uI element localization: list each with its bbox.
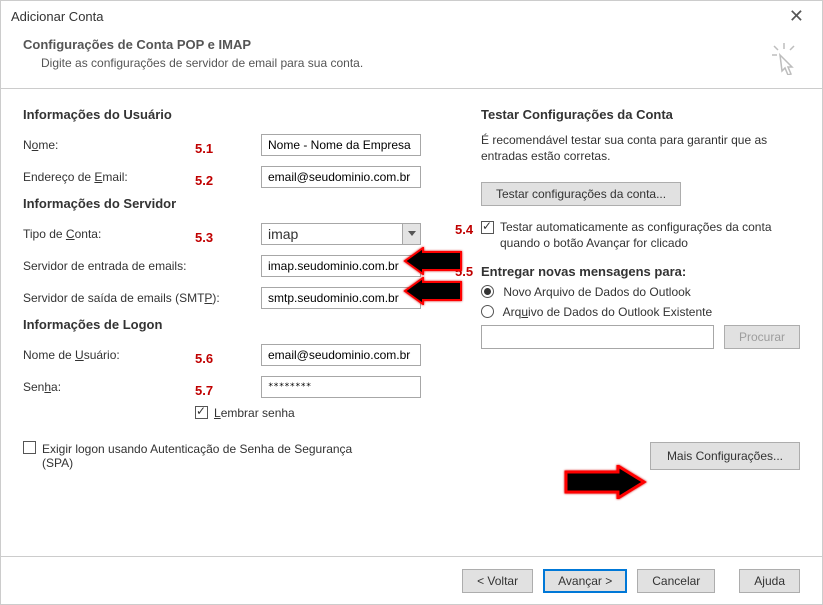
outgoing-server-label: Servidor de saída de emails (SMTP): bbox=[23, 291, 261, 305]
incoming-server-input[interactable] bbox=[261, 255, 421, 277]
email-input[interactable] bbox=[261, 166, 421, 188]
username-input[interactable] bbox=[261, 344, 421, 366]
test-config-para: É recomendável testar sua conta para gar… bbox=[481, 132, 800, 164]
annotation-5-6: 5.6 bbox=[195, 351, 213, 366]
radio-existing-file[interactable] bbox=[481, 305, 494, 318]
annotation-5-1: 5.1 bbox=[195, 141, 213, 156]
browse-button[interactable]: Procurar bbox=[724, 325, 800, 349]
test-config-title: Testar Configurações da Conta bbox=[481, 107, 800, 122]
spa-label: Exigir logon usando Autenticação de Senh… bbox=[42, 442, 362, 470]
cursor-sparkle-icon bbox=[768, 41, 798, 78]
auto-test-checkbox[interactable] bbox=[481, 221, 494, 234]
annotation-5-4: 5.4 bbox=[455, 222, 473, 237]
test-config-button[interactable]: Testar configurações da conta... bbox=[481, 182, 681, 206]
nome-input[interactable] bbox=[261, 134, 421, 156]
annotation-5-2: 5.2 bbox=[195, 173, 213, 188]
lembrar-senha-label: Lembrar senha bbox=[214, 406, 295, 420]
incoming-server-label: Servidor de entrada de emails: bbox=[23, 259, 261, 273]
back-button[interactable]: < Voltar bbox=[462, 569, 533, 593]
outgoing-server-input[interactable] bbox=[261, 287, 421, 309]
radio-new-file[interactable] bbox=[481, 285, 494, 298]
tipo-select[interactable]: imap bbox=[261, 223, 421, 245]
spa-checkbox[interactable] bbox=[23, 441, 36, 454]
window-title: Adicionar Conta bbox=[11, 9, 104, 24]
close-icon[interactable]: ✕ bbox=[781, 4, 812, 29]
radio-new-file-label: Novo Arquivo de Dados do Outlook bbox=[503, 285, 690, 299]
radio-existing-file-label: Arquivo de Dados do Outlook Existente bbox=[503, 305, 712, 319]
more-settings-wrap: Mais Configurações... bbox=[650, 442, 800, 470]
next-button[interactable]: Avançar > bbox=[543, 569, 627, 593]
tipo-label: Tipo de Conta: 5.3 bbox=[23, 227, 193, 241]
spa-row: Exigir logon usando Autenticação de Senh… bbox=[23, 442, 453, 470]
annotation-5-7: 5.7 bbox=[195, 383, 213, 398]
header-subtitle: Digite as configurações de servidor de e… bbox=[41, 56, 800, 70]
arrow-annotation-3-icon bbox=[561, 465, 647, 502]
content-area: Informações do Usuário Nome: 5.1 Endereç… bbox=[1, 89, 822, 561]
email-label: Endereço de Email: 5.2 bbox=[23, 170, 193, 184]
help-button[interactable]: Ajuda bbox=[739, 569, 800, 593]
more-settings-button[interactable]: Mais Configurações... bbox=[650, 442, 800, 470]
deliver-title: Entregar novas mensagens para: bbox=[481, 264, 800, 279]
lembrar-senha-checkbox[interactable] bbox=[195, 406, 208, 419]
senha-label: Senha: 5.7 bbox=[23, 380, 193, 394]
right-column: Testar Configurações da Conta É recomend… bbox=[481, 101, 800, 470]
existing-file-input[interactable] bbox=[481, 325, 714, 349]
left-column: Informações do Usuário Nome: 5.1 Endereç… bbox=[23, 101, 453, 470]
auto-test-label: Testar automaticamente as configurações … bbox=[500, 220, 780, 251]
nome-label: Nome: 5.1 bbox=[23, 138, 193, 152]
senha-input[interactable] bbox=[261, 376, 421, 398]
annotation-5-3: 5.3 bbox=[195, 230, 213, 245]
logon-info-title: Informações de Logon bbox=[23, 317, 453, 332]
server-info-title: Informações do Servidor bbox=[23, 196, 453, 211]
bottom-button-bar: < Voltar Avançar > Cancelar Ajuda bbox=[1, 556, 822, 604]
header: Configurações de Conta POP e IMAP Digite… bbox=[1, 33, 822, 89]
lembrar-senha-row: Lembrar senha bbox=[195, 406, 453, 420]
user-info-title: Informações do Usuário bbox=[23, 107, 453, 122]
header-title: Configurações de Conta POP e IMAP bbox=[23, 37, 800, 52]
annotation-5-5: 5.5 bbox=[455, 264, 473, 279]
chevron-down-icon[interactable] bbox=[402, 224, 420, 244]
add-account-dialog: Adicionar Conta ✕ Configurações de Conta… bbox=[0, 0, 823, 605]
username-label: Nome de Usuário: 5.6 bbox=[23, 348, 193, 362]
titlebar: Adicionar Conta ✕ bbox=[1, 1, 822, 33]
cancel-button[interactable]: Cancelar bbox=[637, 569, 715, 593]
